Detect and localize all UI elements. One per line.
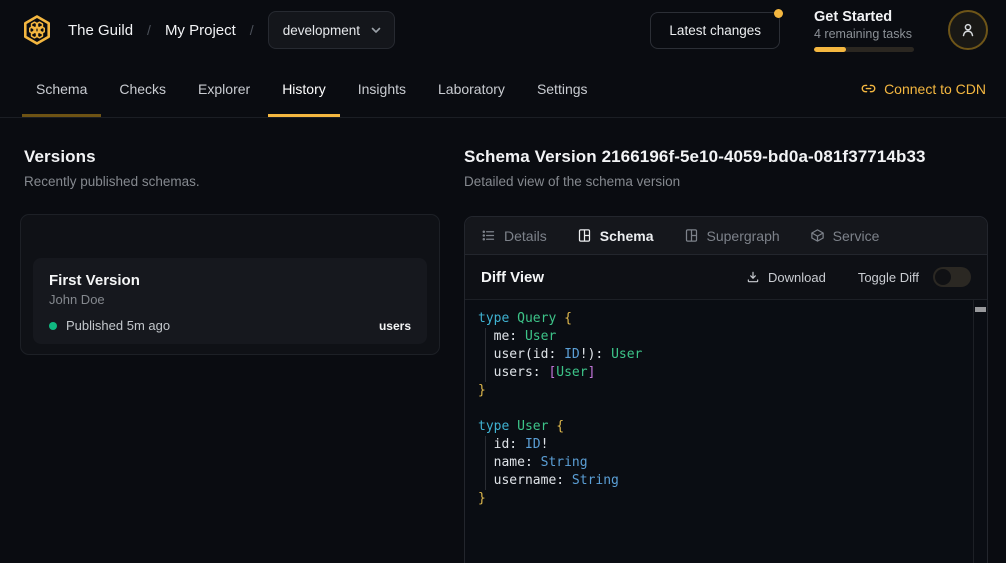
detail-tab-label: Details (504, 228, 547, 244)
get-started-progress (814, 47, 914, 52)
toggle-diff-switch[interactable] (933, 267, 971, 287)
primary-nav-tabs: SchemaChecksExplorerHistoryInsightsLabor… (22, 60, 602, 117)
get-started-subtitle: 4 remaining tasks (814, 27, 914, 41)
code-line: } (478, 382, 963, 400)
diff-toolbar: Diff View Download Toggle Diff (465, 255, 987, 300)
connect-cdn-label: Connect to CDN (884, 81, 986, 97)
download-label: Download (768, 270, 826, 285)
detail-tab-label: Schema (600, 228, 654, 244)
get-started-progress-fill (814, 47, 846, 52)
columns-icon (577, 228, 592, 243)
schema-code: type Query { me: User user(id: ID!): Use… (465, 300, 987, 518)
versions-panel: Versions Recently published schemas. Fir… (0, 118, 464, 355)
top-header: The Guild / My Project / development Lat… (0, 0, 1006, 60)
detail-tab-label: Supergraph (707, 228, 780, 244)
nav-tab-history[interactable]: History (268, 60, 340, 117)
code-line: me: User (478, 328, 963, 346)
schema-code-viewer[interactable]: type Query { me: User user(id: ID!): Use… (465, 300, 987, 563)
code-line: } (478, 490, 963, 508)
main-content: Versions Recently published schemas. Fir… (0, 118, 1006, 563)
breadcrumb-separator: / (250, 22, 254, 38)
version-meta-row: Published 5m ago users (49, 318, 411, 333)
download-icon (746, 270, 760, 284)
schema-version-subtitle: Detailed view of the schema version (464, 174, 988, 189)
nav-tab-insights[interactable]: Insights (344, 60, 420, 117)
box-icon (810, 228, 825, 243)
notification-dot (774, 9, 783, 18)
environment-select-value: development (283, 23, 360, 38)
indent-guide (485, 436, 486, 490)
versions-subtitle: Recently published schemas. (24, 174, 440, 189)
code-scrollbar[interactable] (973, 300, 987, 563)
breadcrumb: The Guild / My Project / development (68, 11, 395, 49)
version-title: First Version (49, 272, 411, 289)
diff-actions: Download Toggle Diff (746, 267, 971, 287)
detail-tab-service[interactable]: Service (810, 228, 880, 244)
breadcrumb-project[interactable]: My Project (165, 22, 236, 39)
detail-tab-schema[interactable]: Schema (577, 228, 654, 244)
user-avatar-button[interactable] (948, 10, 988, 50)
nav-tab-explorer[interactable]: Explorer (184, 60, 264, 117)
latest-changes-label: Latest changes (669, 23, 761, 38)
code-line: type User { (478, 418, 963, 436)
code-scrollbar-thumb[interactable] (975, 307, 986, 312)
code-line (478, 400, 963, 418)
app-root: The Guild / My Project / development Lat… (0, 0, 1006, 563)
primary-nav: SchemaChecksExplorerHistoryInsightsLabor… (0, 60, 1006, 118)
toggle-diff-knob (935, 269, 951, 285)
breadcrumb-separator: / (147, 22, 151, 38)
detail-tab-label: Service (833, 228, 880, 244)
columns-icon (684, 228, 699, 243)
get-started-widget[interactable]: Get Started 4 remaining tasks (814, 9, 914, 52)
code-line: name: String (478, 454, 963, 472)
person-icon (959, 21, 977, 39)
environment-select[interactable]: development (268, 11, 395, 49)
latest-changes-button[interactable]: Latest changes (650, 12, 780, 49)
chevron-down-icon (370, 24, 382, 36)
diff-view-title: Diff View (481, 269, 544, 286)
code-line: id: ID! (478, 436, 963, 454)
download-button[interactable]: Download (746, 270, 826, 285)
get-started-title: Get Started (814, 9, 914, 25)
code-line: users: [User] (478, 364, 963, 382)
code-line: user(id: ID!): User (478, 346, 963, 364)
code-line: type Query { (478, 310, 963, 328)
version-status: Published 5m ago (66, 318, 170, 333)
list-icon (481, 228, 496, 243)
detail-tabs: Details Schema Supergraph Service (465, 217, 987, 255)
schema-version-card: Details Schema Supergraph Service Diff View… (464, 216, 988, 563)
version-list-item[interactable]: First Version John Doe Published 5m ago … (33, 258, 427, 344)
link-icon (861, 81, 876, 96)
hive-logo-icon[interactable] (20, 13, 54, 47)
header-actions: Latest changes Get Started 4 remaining t… (650, 9, 988, 52)
connect-cdn-link[interactable]: Connect to CDN (861, 60, 986, 117)
version-author: John Doe (49, 292, 411, 307)
versions-title: Versions (24, 147, 440, 167)
nav-tab-laboratory[interactable]: Laboratory (424, 60, 519, 117)
nav-tab-settings[interactable]: Settings (523, 60, 602, 117)
detail-tab-details[interactable]: Details (481, 228, 547, 244)
nav-tab-schema[interactable]: Schema (22, 60, 101, 117)
breadcrumb-org[interactable]: The Guild (68, 22, 133, 39)
schema-version-panel: Schema Version 2166196f-5e10-4059-bd0a-0… (464, 118, 1006, 563)
code-line: username: String (478, 472, 963, 490)
toggle-diff-label: Toggle Diff (858, 270, 919, 285)
schema-version-title: Schema Version 2166196f-5e10-4059-bd0a-0… (464, 147, 988, 167)
detail-tab-supergraph[interactable]: Supergraph (684, 228, 780, 244)
indent-guide (485, 328, 486, 382)
version-service-tag: users (379, 319, 411, 333)
nav-tab-checks[interactable]: Checks (105, 60, 180, 117)
published-status-dot (49, 322, 57, 330)
versions-list-card: First Version John Doe Published 5m ago … (20, 214, 440, 355)
